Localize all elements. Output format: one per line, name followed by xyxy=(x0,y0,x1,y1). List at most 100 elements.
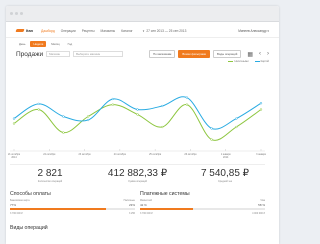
date-range-picker[interactable]: ▾ 27 сен 2013 — 25 сен 2013 xyxy=(143,29,187,33)
data-point[interactable] xyxy=(185,103,189,106)
nav-item-dashboard[interactable]: Дашборд xyxy=(41,29,55,33)
payment-systems-percentages: 42 % 58 % xyxy=(140,203,265,207)
payment-methods-title: Способы оплаты xyxy=(10,191,51,197)
systems-right-total: 4 000 000 ₽ xyxy=(252,212,265,215)
data-point[interactable] xyxy=(86,118,90,122)
all-filters-button[interactable]: Всеми фильтрами xyxy=(178,50,211,58)
x-tick-sublabel: 2014 xyxy=(11,156,17,159)
prev-arrow-icon[interactable]: ‹ xyxy=(259,51,261,57)
next-arrow-icon[interactable]: › xyxy=(267,51,269,57)
logo-mark-icon xyxy=(15,29,25,32)
payment-progress-bar xyxy=(10,208,135,210)
data-point[interactable] xyxy=(12,117,16,120)
data-point[interactable] xyxy=(185,96,189,99)
calendar-icon[interactable]: ▦ xyxy=(247,51,253,58)
user-name: Минеев Александр xyxy=(238,28,267,33)
systems-right-label: Visa xyxy=(260,199,265,202)
data-point[interactable] xyxy=(86,115,90,118)
systems-left-pct: 42 % xyxy=(140,203,147,207)
data-point[interactable] xyxy=(12,122,16,125)
stat-label: Средний чек xyxy=(217,180,232,183)
payment-methods-section: Способы оплаты Банковская карта Наличные… xyxy=(10,191,135,215)
stat-value: 2 821 xyxy=(37,168,63,179)
payment-right-total: 3 256 xyxy=(129,212,135,215)
stat-label: Количество операций xyxy=(37,180,63,183)
payment-left-pct: 77% xyxy=(10,203,17,207)
data-point[interactable] xyxy=(136,113,139,116)
data-point[interactable] xyxy=(111,103,114,106)
data-point[interactable] xyxy=(37,102,40,106)
nav-item-recipes[interactable]: Рецепты xyxy=(82,29,95,33)
stat-operations-count: 2 821 Количество операций xyxy=(10,168,90,183)
window-close-dot[interactable] xyxy=(10,12,13,15)
calendar-icon: ▾ xyxy=(142,28,145,33)
user-menu[interactable]: Минеев Александр ▾ xyxy=(238,29,269,33)
title-bar xyxy=(6,6,279,22)
payment-methods-percentages: 77% 23% xyxy=(10,203,135,207)
stat-value: 7 540,85 ₽ xyxy=(200,168,250,179)
operation-types-button[interactable]: Виды операций xyxy=(213,50,242,58)
stat-operations-sum: 412 882,33 ₽ Сумма операций xyxy=(98,168,178,183)
x-tick-label: 3 января xyxy=(256,153,266,156)
data-point[interactable] xyxy=(37,108,40,111)
data-point[interactable] xyxy=(161,125,164,129)
stat-label: Сумма операций xyxy=(128,180,147,183)
nav-item-operations[interactable]: Операции xyxy=(61,29,76,33)
tab-day[interactable]: День xyxy=(16,41,28,47)
chart-legend: Наличными Картой xyxy=(6,58,279,63)
x-tick-sublabel: 2014 xyxy=(223,156,229,159)
payment-progress-fill xyxy=(10,208,107,210)
x-tick-label: 21 октября 2014 xyxy=(7,153,21,159)
nav-item-catalog[interactable]: Каталог xyxy=(121,29,133,33)
sales-title: Продажи xyxy=(16,50,44,58)
data-point[interactable] xyxy=(111,97,114,101)
tab-year[interactable]: Год xyxy=(65,41,75,47)
data-point[interactable] xyxy=(62,131,65,134)
legend-item-card: Картой xyxy=(254,60,269,63)
nav-item-stores[interactable]: Магазины xyxy=(101,29,116,33)
window-zoom-dot[interactable] xyxy=(20,12,23,15)
legend-item-cash: Наличными xyxy=(228,60,249,63)
date-range-text: 27 сен 2013 — 25 сен 2013 xyxy=(146,28,187,33)
payment-right-pct: 23% xyxy=(128,203,135,207)
x-tick-label: 26 октября xyxy=(184,153,197,156)
payment-methods-totals: 3 700 000 ₽ 3 256 xyxy=(10,212,135,215)
data-point[interactable] xyxy=(235,117,238,120)
payment-methods-sublabels: Банковская карта Наличные xyxy=(10,199,135,202)
data-point[interactable] xyxy=(136,108,139,111)
data-point[interactable] xyxy=(259,108,263,111)
top-nav: Itan Дашборд Операции Рецепты Магазины К… xyxy=(6,24,279,38)
data-point[interactable] xyxy=(62,115,65,118)
systems-progress-bar xyxy=(140,208,265,210)
systems-left-total: 3 700 000 ₽ xyxy=(140,212,153,215)
x-axis-labels: 21 октября 2014 22 октября 23 октября 24 окт… xyxy=(7,153,266,161)
payment-left-label: Банковская карта xyxy=(10,199,30,202)
data-point[interactable] xyxy=(259,102,263,105)
sales-line-chart xyxy=(10,96,265,152)
x-tick-label: 1 января 2014 xyxy=(220,153,231,159)
store-select[interactable]: Выберите магазин xyxy=(73,51,124,57)
x-tick-label: 24 октября xyxy=(113,153,126,156)
systems-left-label: Mastercard xyxy=(140,199,152,202)
data-point[interactable] xyxy=(235,125,238,129)
tab-month[interactable]: Месяц xyxy=(48,41,62,47)
payment-left-total: 3 700 000 ₽ xyxy=(10,212,23,215)
period-tabs: День Неделя Месяц Год xyxy=(6,38,279,47)
data-point[interactable] xyxy=(210,138,213,141)
stat-value: 412 882,33 ₽ xyxy=(107,168,168,179)
payment-systems-totals: 3 700 000 ₽ 4 000 000 ₽ xyxy=(140,212,265,215)
sales-toolbar: Продажи Магазин Выберите магазин По мага… xyxy=(6,47,279,58)
stat-average-check: 7 540,85 ₽ Средний чек xyxy=(185,168,265,183)
tab-week[interactable]: Неделя xyxy=(30,41,47,47)
logo[interactable]: Itan xyxy=(15,28,33,33)
systems-progress-fill xyxy=(140,208,193,210)
store-filter-select[interactable]: Магазин xyxy=(46,51,71,57)
payment-systems-sublabels: Mastercard Visa xyxy=(140,199,265,202)
divider xyxy=(10,164,265,165)
stats-row: 2 821 Количество операций 412 882,33 ₽ С… xyxy=(10,168,265,183)
by-stores-button[interactable]: По магазинам xyxy=(149,50,176,58)
data-point[interactable] xyxy=(210,127,213,130)
window-minimize-dot[interactable] xyxy=(15,12,18,15)
payment-right-label: Наличные xyxy=(123,199,135,202)
data-point[interactable] xyxy=(161,104,164,108)
